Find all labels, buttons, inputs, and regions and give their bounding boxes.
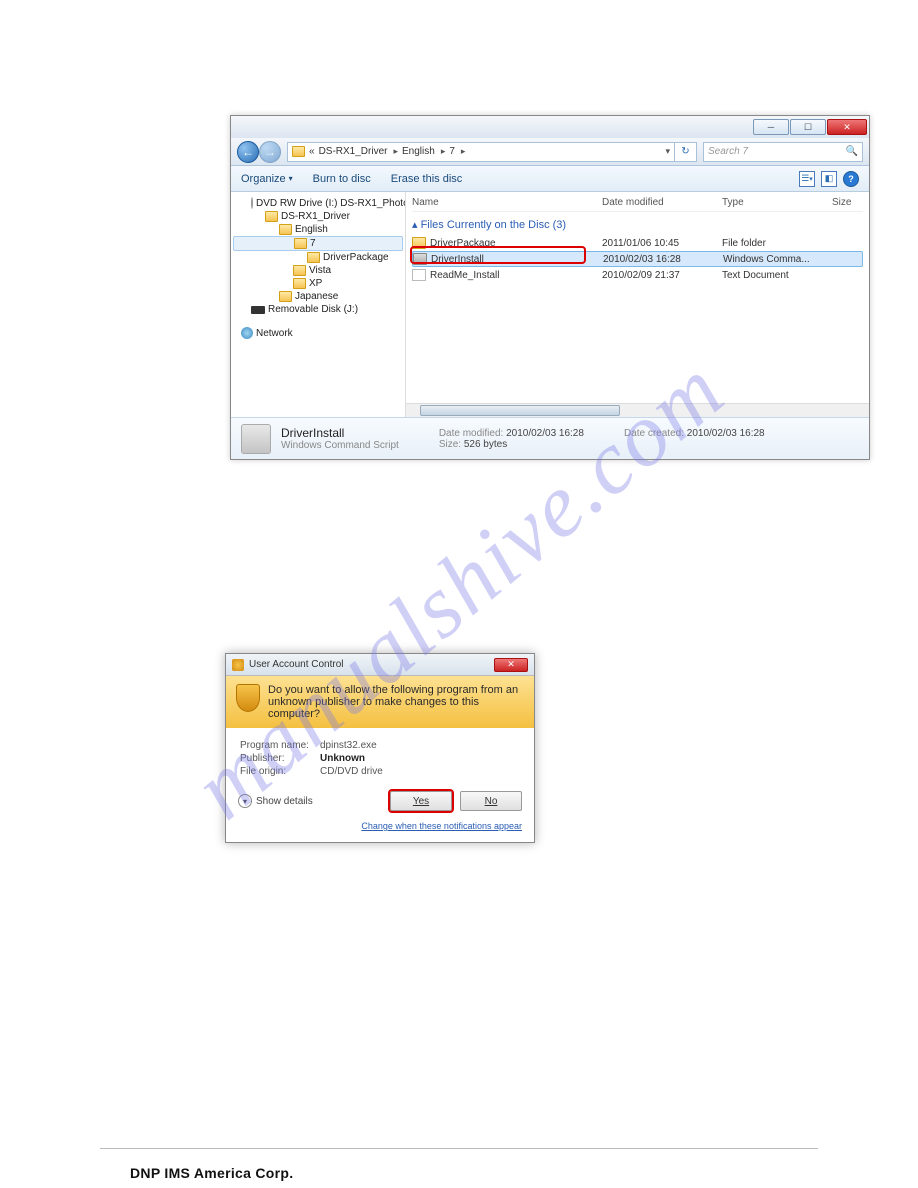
- path-seg-root: «: [309, 146, 315, 157]
- breadcrumb[interactable]: « DS-RX1_Driver▸ English▸ 7▸ ▾: [287, 142, 675, 162]
- chevron-down-icon: ▾: [238, 794, 252, 808]
- help-button[interactable]: ?: [843, 171, 859, 187]
- uac-dialog: User Account Control ✕ Do you want to al…: [225, 653, 535, 843]
- minimize-button[interactable]: ─: [753, 119, 789, 135]
- uac-title-text: User Account Control: [249, 659, 344, 670]
- folder-icon: [412, 237, 426, 249]
- yes-button[interactable]: Yes: [390, 791, 452, 811]
- address-bar: ← → « DS-RX1_Driver▸ English▸ 7▸ ▾ ↻ Sea…: [231, 138, 869, 166]
- col-type[interactable]: Type: [722, 197, 832, 208]
- chevron-down-icon: ▾: [289, 174, 293, 183]
- folder-icon: [294, 238, 307, 249]
- explorer-toolbar: Organize▾ Burn to disc Erase this disc ☰…: [231, 166, 869, 192]
- maximize-button[interactable]: ☐: [790, 119, 826, 135]
- burn-button[interactable]: Burn to disc: [313, 173, 371, 185]
- folder-icon: [265, 211, 278, 222]
- column-headers: Name Date modified Type Size: [412, 194, 863, 212]
- col-size[interactable]: Size: [832, 197, 863, 208]
- drive-icon: [251, 306, 265, 314]
- path-seg-1[interactable]: DS-RX1_Driver: [319, 146, 388, 157]
- uac-titlebar: User Account Control ✕: [226, 654, 534, 676]
- folder-icon: [293, 265, 306, 276]
- chevron-right-icon: ▸: [441, 146, 446, 157]
- file-row[interactable]: ReadMe_Install 2010/02/09 21:37 Text Doc…: [412, 267, 863, 283]
- folder-icon: [279, 224, 292, 235]
- refresh-icon: ↻: [681, 146, 689, 157]
- horizontal-scrollbar[interactable]: [406, 403, 869, 417]
- view-button[interactable]: ☰▾: [799, 171, 815, 187]
- publisher-value: Unknown: [320, 753, 365, 764]
- folder-icon: [279, 291, 292, 302]
- tree-item-network[interactable]: Network: [233, 326, 403, 340]
- origin-label: File origin:: [240, 766, 320, 777]
- folder-icon: [292, 146, 305, 157]
- origin-value: CD/DVD drive: [320, 766, 383, 777]
- tree-item-vista[interactable]: Vista: [233, 264, 403, 277]
- chevron-right-icon: ▸: [393, 146, 398, 157]
- file-group-header[interactable]: ▴ Files Currently on the Disc (3): [412, 212, 863, 235]
- path-seg-2[interactable]: English: [402, 146, 435, 157]
- back-button[interactable]: ←: [237, 141, 259, 163]
- tree-item-dvd[interactable]: DVD RW Drive (I:) DS-RX1_Photo: [233, 196, 403, 210]
- footer-divider: [100, 1148, 818, 1149]
- details-title: DriverInstall: [281, 426, 399, 440]
- col-date[interactable]: Date modified: [602, 197, 722, 208]
- close-button[interactable]: ✕: [494, 658, 528, 672]
- file-type-icon: [241, 424, 271, 454]
- details-pane: DriverInstall Windows Command Script Dat…: [231, 417, 869, 459]
- tree-item-removable[interactable]: Removable Disk (J:): [233, 303, 403, 316]
- text-file-icon: [412, 269, 426, 281]
- col-name[interactable]: Name: [412, 197, 602, 208]
- details-subtitle: Windows Command Script: [281, 440, 399, 451]
- file-list: Name Date modified Type Size ▴ Files Cur…: [406, 192, 869, 417]
- footer-company: DNP IMS America Corp.: [130, 1165, 293, 1181]
- script-icon: [413, 253, 427, 265]
- shield-icon: [236, 684, 260, 712]
- tree-item-7[interactable]: 7: [233, 236, 403, 251]
- show-details-toggle[interactable]: ▾Show details: [238, 794, 313, 808]
- shield-icon: [232, 659, 244, 671]
- uac-details: Program name:dpinst32.exe Publisher:Unkn…: [226, 728, 534, 785]
- folder-icon: [307, 252, 320, 263]
- forward-button[interactable]: →: [259, 141, 281, 163]
- path-seg-3[interactable]: 7: [449, 146, 455, 157]
- program-value: dpinst32.exe: [320, 740, 377, 751]
- folder-icon: [293, 278, 306, 289]
- window-titlebar: ─ ☐ ✕: [231, 116, 869, 138]
- network-icon: [241, 327, 253, 339]
- search-placeholder: Search 7: [708, 146, 748, 157]
- uac-settings-link[interactable]: Change when these notifications appear: [226, 817, 534, 842]
- chevron-right-icon: ▸: [461, 146, 466, 157]
- close-button[interactable]: ✕: [827, 119, 867, 135]
- program-label: Program name:: [240, 740, 320, 751]
- disc-icon: [251, 197, 253, 209]
- tree-item-japanese[interactable]: Japanese: [233, 290, 403, 303]
- erase-button[interactable]: Erase this disc: [391, 173, 463, 185]
- folder-tree: DVD RW Drive (I:) DS-RX1_Photo DS-RX1_Dr…: [231, 192, 406, 417]
- file-row[interactable]: DriverPackage 2011/01/06 10:45 File fold…: [412, 235, 863, 251]
- preview-pane-button[interactable]: ◧: [821, 171, 837, 187]
- publisher-label: Publisher:: [240, 753, 320, 764]
- explorer-window: ─ ☐ ✕ ← → « DS-RX1_Driver▸ English▸ 7▸ ▾…: [230, 115, 870, 460]
- chevron-down-icon[interactable]: ▾: [665, 146, 670, 157]
- file-row-selected[interactable]: DriverInstall 2010/02/03 16:28 Windows C…: [412, 251, 863, 267]
- uac-question: Do you want to allow the following progr…: [268, 684, 524, 720]
- uac-banner: Do you want to allow the following progr…: [226, 676, 534, 728]
- refresh-button[interactable]: ↻: [675, 142, 697, 162]
- tree-item-xp[interactable]: XP: [233, 277, 403, 290]
- tree-item-english[interactable]: English: [233, 223, 403, 236]
- tree-item-dsrx1[interactable]: DS-RX1_Driver: [233, 210, 403, 223]
- tree-item-driverpackage[interactable]: DriverPackage: [233, 251, 403, 264]
- search-input[interactable]: Search 7 🔍: [703, 142, 863, 162]
- search-icon: 🔍: [846, 146, 858, 157]
- scroll-thumb[interactable]: [420, 405, 620, 416]
- no-button[interactable]: No: [460, 791, 522, 811]
- organize-menu[interactable]: Organize▾: [241, 173, 293, 185]
